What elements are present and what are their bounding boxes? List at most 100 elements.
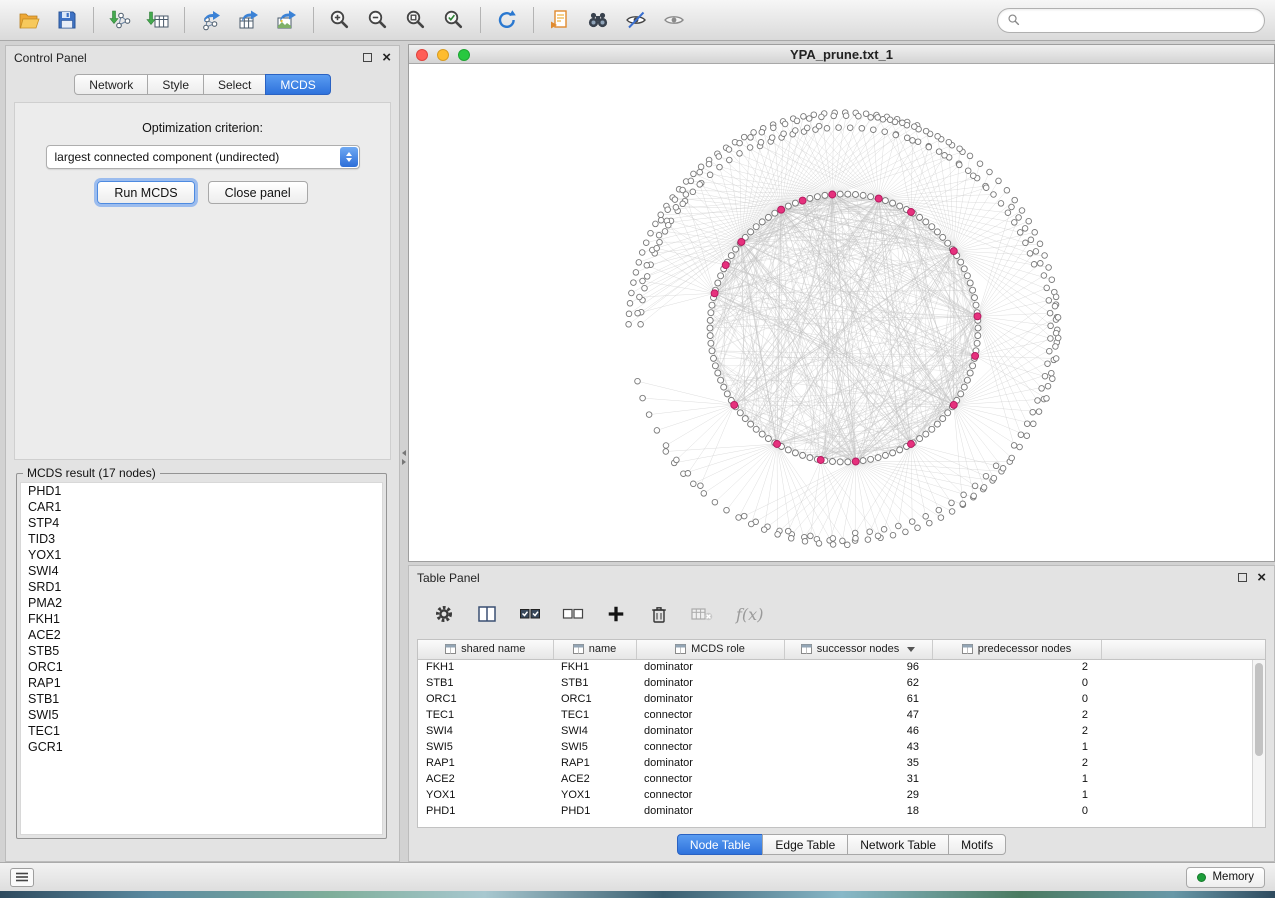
graph-node[interactable] [859, 126, 865, 132]
graph-node[interactable] [708, 310, 714, 316]
graph-node[interactable] [646, 412, 652, 418]
graph-node[interactable] [680, 201, 686, 207]
column-visibility-button[interactable] [472, 599, 502, 629]
graph-node[interactable] [697, 182, 703, 188]
graph-node[interactable] [904, 135, 910, 141]
graph-node[interactable] [635, 378, 641, 384]
graph-node[interactable] [949, 509, 955, 515]
graph-node[interactable] [718, 273, 724, 279]
graph-node[interactable] [1037, 241, 1043, 247]
export-network-button[interactable] [192, 3, 230, 37]
graph-node[interactable] [936, 149, 942, 155]
graph-node[interactable] [945, 240, 951, 246]
graph-node[interactable] [1047, 310, 1053, 316]
graph-node[interactable] [1027, 251, 1033, 257]
mcds-result-item[interactable]: ORC1 [21, 659, 382, 675]
graph-node[interactable] [967, 370, 973, 376]
zoom-selected-button[interactable] [435, 3, 473, 37]
graph-node[interactable] [716, 154, 722, 160]
graph-node[interactable] [1042, 373, 1048, 379]
graph-node[interactable] [912, 124, 918, 130]
graph-node[interactable] [987, 169, 993, 175]
maximize-window-button[interactable] [458, 49, 470, 61]
graph-node[interactable] [1018, 432, 1024, 438]
graph-node[interactable] [967, 153, 973, 159]
graph-node[interactable] [765, 436, 771, 442]
status-menu-button[interactable] [10, 868, 34, 887]
mcds-result-item[interactable]: SRD1 [21, 579, 382, 595]
graph-node[interactable] [964, 377, 970, 383]
graph-node[interactable] [808, 533, 814, 539]
graph-node[interactable] [707, 333, 713, 339]
graph-node[interactable] [1011, 443, 1017, 449]
table-settings-button[interactable] [429, 599, 459, 629]
mcds-result-item[interactable]: SWI4 [21, 563, 382, 579]
graph-node[interactable] [940, 416, 946, 422]
graph-node[interactable] [697, 169, 703, 175]
graph-node[interactable] [758, 140, 764, 146]
graph-hub-RAP1[interactable] [974, 313, 981, 320]
graph-node[interactable] [785, 203, 791, 209]
graph-node[interactable] [961, 492, 967, 498]
table-row[interactable]: ORC1ORC1dominator610 [418, 691, 1266, 707]
graph-node[interactable] [727, 157, 733, 163]
graph-node[interactable] [1017, 230, 1023, 236]
graph-hub-STB1[interactable] [875, 195, 882, 202]
function-builder-button[interactable]: f(x) [736, 605, 763, 624]
graph-node[interactable] [633, 270, 639, 276]
graph-node[interactable] [822, 192, 828, 198]
graph-node[interactable] [1039, 386, 1045, 392]
graph-node[interactable] [802, 539, 808, 545]
graph-node[interactable] [715, 370, 721, 376]
close-panel-icon[interactable]: × [382, 53, 391, 63]
graph-node[interactable] [639, 250, 645, 256]
graph-node[interactable] [996, 178, 1002, 184]
graph-node[interactable] [747, 145, 753, 151]
graph-node[interactable] [961, 384, 967, 390]
graph-node[interactable] [737, 151, 743, 157]
graph-node[interactable] [640, 395, 646, 401]
graph-hub-STP4[interactable] [731, 401, 738, 408]
mcds-result-item[interactable]: STP4 [21, 515, 382, 531]
mcds-result-item[interactable]: STB1 [21, 691, 382, 707]
graph-node[interactable] [923, 219, 929, 225]
graph-node[interactable] [830, 542, 836, 548]
graph-node[interactable] [715, 280, 721, 286]
search-input[interactable] [1026, 13, 1255, 27]
float-panel-icon[interactable] [1238, 573, 1247, 582]
mcds-result-item[interactable]: SWI5 [21, 707, 382, 723]
graph-node[interactable] [658, 217, 664, 223]
graph-node[interactable] [1052, 303, 1058, 309]
graph-node[interactable] [900, 120, 906, 126]
graph-node[interactable] [1004, 188, 1010, 194]
graph-node[interactable] [782, 121, 788, 127]
graph-node[interactable] [830, 459, 836, 465]
graph-node[interactable] [965, 168, 971, 174]
graph-node[interactable] [648, 230, 654, 236]
graph-node[interactable] [691, 171, 697, 177]
graph-node[interactable] [1050, 376, 1056, 382]
graph-hub-TEC1[interactable] [950, 248, 957, 255]
graph-node[interactable] [707, 325, 713, 331]
graph-node[interactable] [1038, 261, 1044, 267]
graph-node[interactable] [887, 117, 893, 123]
graph-node[interactable] [640, 278, 646, 284]
close-panel-icon[interactable]: × [1257, 573, 1266, 583]
graph-node[interactable] [1036, 409, 1042, 415]
graph-node[interactable] [785, 447, 791, 453]
graph-node[interactable] [964, 273, 970, 279]
graph-node[interactable] [673, 205, 679, 211]
graph-node[interactable] [830, 536, 836, 542]
graph-node[interactable] [871, 127, 877, 133]
graph-node[interactable] [923, 431, 929, 437]
graph-node[interactable] [807, 455, 813, 461]
graph-node[interactable] [917, 436, 923, 442]
graph-node[interactable] [753, 224, 759, 230]
table-row[interactable]: TEC1TEC1connector472 [418, 707, 1266, 723]
graph-node[interactable] [946, 139, 952, 145]
mcds-result-item[interactable]: FKH1 [21, 611, 382, 627]
graph-node[interactable] [867, 529, 873, 535]
graph-node[interactable] [657, 239, 663, 245]
graph-node[interactable] [672, 197, 678, 203]
import-network-button[interactable] [101, 3, 139, 37]
